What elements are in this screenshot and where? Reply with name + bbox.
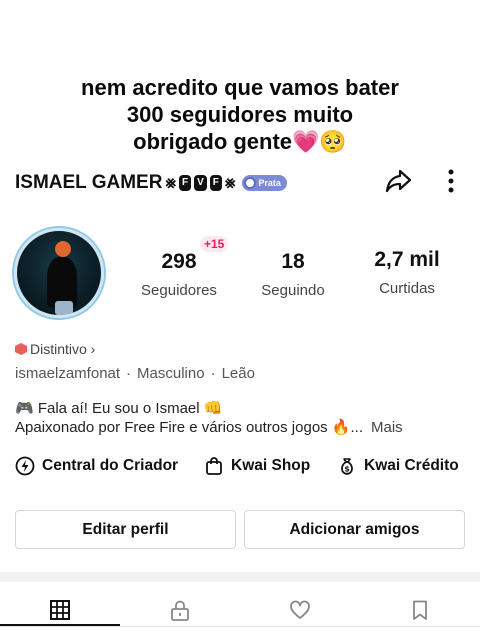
shopping-bag-icon — [206, 457, 222, 475]
heart-icon — [290, 600, 310, 619]
followers-label: Seguidores — [141, 282, 217, 299]
bio-more-link[interactable]: Mais — [371, 419, 403, 436]
zodiac-sign: Leão — [221, 365, 255, 382]
more-options-icon[interactable] — [441, 166, 461, 196]
level-badge-label: Prata — [258, 178, 281, 188]
video-icon — [55, 301, 73, 315]
kwai-credit-label: Kwai Crédito — [364, 457, 459, 474]
kwai-shop-button[interactable]: Kwai Shop — [204, 456, 310, 476]
kwai-shop-label: Kwai Shop — [231, 457, 311, 474]
stat-following[interactable]: 18 Seguindo — [233, 250, 353, 299]
likes-count: 2,7 mil — [374, 248, 440, 271]
likes-label: Curtidas — [379, 280, 435, 297]
tabs-bottom-border — [0, 626, 480, 627]
avatar[interactable] — [14, 228, 104, 318]
creator-actions: Central do Criador Kwai Shop $ Kwai Créd… — [15, 456, 470, 480]
caption-line-2: 300 seguidores muito — [126, 102, 354, 127]
tag-letter-2: V — [194, 175, 207, 191]
status-caption: nem acredito que vamos bater 300 seguido… — [0, 74, 480, 155]
following-label: Seguindo — [261, 282, 325, 299]
caption-line-1: nem acredito que vamos bater — [81, 75, 399, 100]
kwai-credit-button[interactable]: $ Kwai Crédito — [337, 456, 459, 476]
tab-saved[interactable] — [360, 592, 480, 628]
bio: 🎮 Fala aí! Eu sou o Ismael 👊 Apaixonado … — [15, 399, 465, 437]
tab-liked[interactable] — [240, 592, 360, 628]
profile-meta: ismaelzamfonat · Masculino · Leão — [15, 365, 255, 382]
profile-tabs — [0, 582, 480, 640]
add-friends-button[interactable]: Adicionar amigos — [244, 510, 465, 549]
avatar-sun — [55, 241, 71, 257]
profile-name-row: ISMAEL GAMER ⨳ F V F ⨳ Prata — [15, 172, 287, 194]
decoration-left: ⨳ — [165, 173, 176, 192]
creator-center-label: Central do Criador — [42, 457, 179, 474]
tag-letter-1: F — [178, 175, 192, 191]
creator-center-button[interactable]: Central do Criador — [15, 456, 178, 476]
section-divider — [0, 572, 480, 582]
caption-line-3: obrigado gente💗🥺 — [133, 129, 347, 154]
edit-profile-button[interactable]: Editar perfil — [15, 510, 236, 549]
lock-icon — [171, 600, 189, 621]
stat-likes[interactable]: 2,7 mil Curtidas — [347, 248, 467, 297]
handle: ismaelzamfonat — [15, 365, 121, 382]
avatar-figure — [47, 257, 77, 307]
following-count: 18 — [281, 250, 305, 273]
profile-header: ISMAEL GAMER ⨳ F V F ⨳ Prata — [15, 166, 465, 200]
followers-count: 298 — [161, 250, 197, 273]
grid-icon — [50, 600, 70, 620]
hexagon-badge-icon — [15, 343, 27, 355]
distintivo-label: Distintivo › — [30, 341, 96, 357]
tab-private[interactable] — [120, 592, 240, 628]
stat-followers[interactable]: 298 Seguidores — [119, 250, 239, 299]
level-badge[interactable]: Prata — [242, 175, 287, 191]
tab-posts-grid[interactable] — [0, 592, 120, 628]
lightning-icon — [15, 456, 35, 476]
distintivo-link[interactable]: Distintivo › — [15, 341, 95, 357]
profile-name: ISMAEL GAMER — [15, 172, 163, 193]
decoration-right: ⨳ — [224, 173, 236, 192]
money-bag-icon: $ — [341, 458, 353, 475]
tag-letter-3: F — [209, 175, 222, 191]
share-icon[interactable] — [383, 166, 413, 196]
svg-text:$: $ — [344, 465, 350, 474]
bio-line-1: 🎮 Fala aí! Eu sou o Ismael 👊 — [15, 400, 223, 417]
bio-line-2: Apaixonado por Free Fire e vários outros… — [15, 419, 364, 436]
bookmark-icon — [413, 600, 427, 620]
gender: Masculino — [137, 365, 205, 382]
medal-icon — [244, 177, 257, 189]
